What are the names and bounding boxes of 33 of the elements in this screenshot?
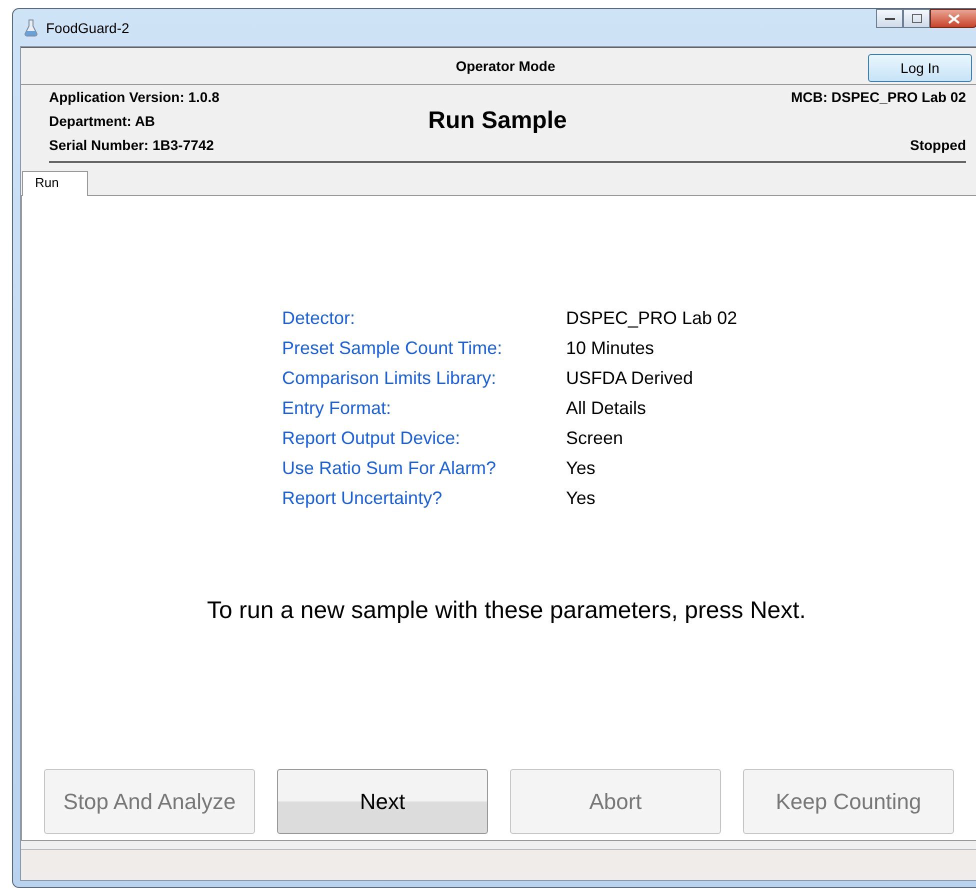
parameter-label: Entry Format:	[282, 398, 392, 419]
info-label: Department: AB	[49, 113, 156, 129]
instruction-text: To run a new sample with these parameters, press Next.	[206, 597, 807, 625]
parameter-label: Use Ratio Sum For Alarm?	[282, 458, 498, 479]
action-button[interactable]: Next	[277, 769, 488, 834]
parameter-value: Screen	[566, 428, 624, 449]
parameter-value: Yes	[566, 488, 596, 509]
login-button[interactable]: Log In	[868, 54, 972, 82]
info-label: Application Version: 1.0.8	[49, 89, 220, 105]
close-icon	[948, 14, 960, 24]
page-title: Run Sample	[427, 107, 568, 135]
maximize-button[interactable]	[903, 9, 930, 28]
parameter-value: USFDA Derived	[566, 368, 694, 389]
parameter-value: Yes	[566, 458, 596, 479]
parameter-label: Report Uncertainty?	[282, 488, 444, 509]
parameter-value: All Details	[566, 398, 648, 419]
parameter-label: Preset Sample Count Time:	[282, 338, 504, 359]
parameter-value: 10 Minutes	[566, 338, 656, 359]
status-label: Stopped	[910, 137, 966, 153]
parameter-label: Detector:	[282, 308, 356, 329]
tab[interactable]: Run	[22, 171, 88, 196]
parameter-label: Report Output Device:	[282, 428, 462, 449]
mcb-label: MCB: DSPEC_PRO Lab 02	[790, 89, 966, 105]
maximize-icon	[912, 14, 922, 23]
mode-label: Operator Mode	[456, 58, 556, 74]
window-title: FoodGuard-2	[46, 20, 130, 36]
flask-icon	[24, 18, 38, 36]
parameter-value: DSPEC_PRO Lab 02	[566, 308, 738, 329]
close-button[interactable]	[930, 9, 976, 28]
minimize-icon	[884, 16, 894, 20]
parameter-label: Comparison Limits Library:	[282, 368, 498, 389]
minimize-button[interactable]	[876, 9, 903, 28]
info-label: Serial Number: 1B3-7742	[49, 137, 215, 153]
